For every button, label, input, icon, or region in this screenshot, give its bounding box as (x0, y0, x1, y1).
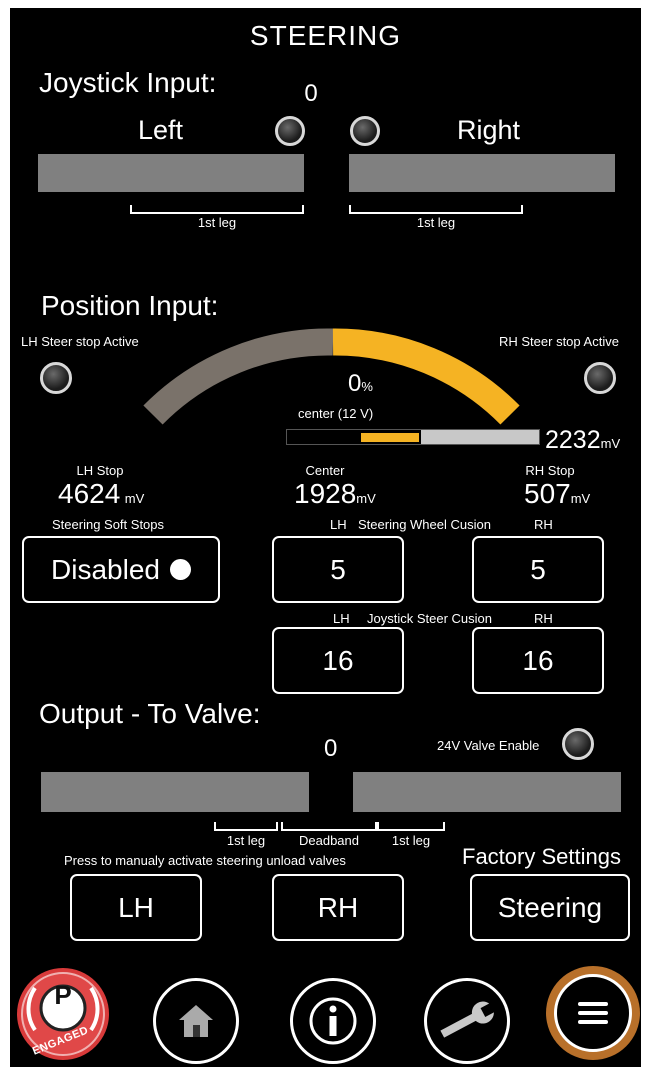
unload-rh-button[interactable]: RH (272, 874, 404, 941)
position-percent: 0% (348, 370, 373, 398)
steering-screen: STEERING Joystick Input: 0 Left Right 1s… (10, 8, 641, 1067)
rh-stop-value: 507 (524, 478, 571, 509)
lh-stop-unit: mV (124, 491, 145, 506)
unload-valves-label: Press to manualy activate steering unloa… (64, 853, 346, 868)
info-icon (309, 997, 357, 1045)
output-left-leg-label: 1st leg (226, 833, 266, 848)
menu-button-face (554, 974, 632, 1052)
valve-enable-indicator-icon (562, 728, 594, 760)
wheel-cushion-lh-input[interactable]: 5 (272, 536, 404, 603)
steering-soft-stops-label: Steering Soft Stops (52, 517, 165, 532)
center-label: Center (305, 463, 345, 478)
wheel-cushion-rh-input[interactable]: 5 (472, 536, 604, 603)
info-button[interactable] (290, 978, 376, 1064)
position-percent-value: 0 (348, 370, 362, 397)
position-voltage-value: 2232 (545, 426, 601, 454)
rh-stop-reading: 507mV (524, 478, 590, 510)
valve-enable-label: 24V Valve Enable (437, 738, 540, 753)
menu-button[interactable] (546, 966, 640, 1060)
wheel-cushion-label: Steering Wheel Cusion (358, 517, 491, 532)
center-unit: mV (356, 491, 376, 506)
position-bar-range (421, 430, 539, 444)
rh-stop-unit: mV (570, 491, 591, 506)
output-heading: Output - To Valve: (39, 698, 261, 729)
center-value: 1928 (294, 478, 357, 509)
parking-letter: P (54, 980, 72, 1010)
hamburger-menu-icon (578, 1002, 608, 1024)
joystick-cushion-lh-label: LH (333, 611, 350, 626)
position-bar-fill (361, 433, 419, 442)
steering-soft-stops-button[interactable]: Disabled (22, 536, 220, 603)
home-icon (179, 1005, 213, 1037)
output-left-leg-bracket (214, 822, 278, 831)
output-right-leg-bracket (377, 822, 445, 831)
output-deadband-bracket (281, 822, 377, 831)
center-reading: 1928mV (294, 478, 376, 510)
settings-wrench-button[interactable] (424, 978, 510, 1064)
lh-stop-value: 4624 (58, 478, 121, 509)
parking-brake-button[interactable]: P ENGAGED (13, 966, 117, 1062)
joystick-cushion-rh-input[interactable]: 16 (472, 627, 604, 694)
center-voltage-label: center (12 V) (298, 406, 374, 421)
wheel-cushion-lh-label: LH (330, 517, 347, 532)
wheel-cushion-rh-label: RH (534, 517, 553, 532)
output-deadband-label: Deadband (299, 833, 359, 848)
lh-stop-label: LH Stop (76, 463, 124, 478)
joystick-cushion-lh-input[interactable]: 16 (272, 627, 404, 694)
position-bar (286, 429, 540, 445)
factory-steering-button[interactable]: Steering (470, 874, 630, 941)
wrench-icon (440, 1001, 498, 1038)
output-right-bar (353, 772, 621, 812)
gauge-arc-left (143, 328, 334, 425)
output-right-leg-label: 1st leg (391, 833, 431, 848)
rh-stop-label: RH Stop (525, 463, 575, 478)
factory-settings-label: Factory Settings (462, 844, 621, 869)
joystick-cushion-rh-label: RH (534, 611, 553, 626)
joystick-cushion-label: Joystick Steer Cusion (367, 611, 492, 626)
steering-soft-stops-value: Disabled (51, 553, 160, 585)
soft-stops-status-dot-icon (169, 559, 191, 580)
position-percent-unit: % (361, 379, 373, 394)
home-button[interactable] (153, 978, 239, 1064)
output-value: 0 (324, 735, 338, 762)
unload-lh-button[interactable]: LH (70, 874, 202, 941)
lh-stop-reading: 4624 mV (58, 478, 144, 510)
position-voltage-unit: mV (600, 436, 621, 451)
output-left-bar (41, 772, 309, 812)
position-voltage: 2232mV (545, 426, 620, 455)
